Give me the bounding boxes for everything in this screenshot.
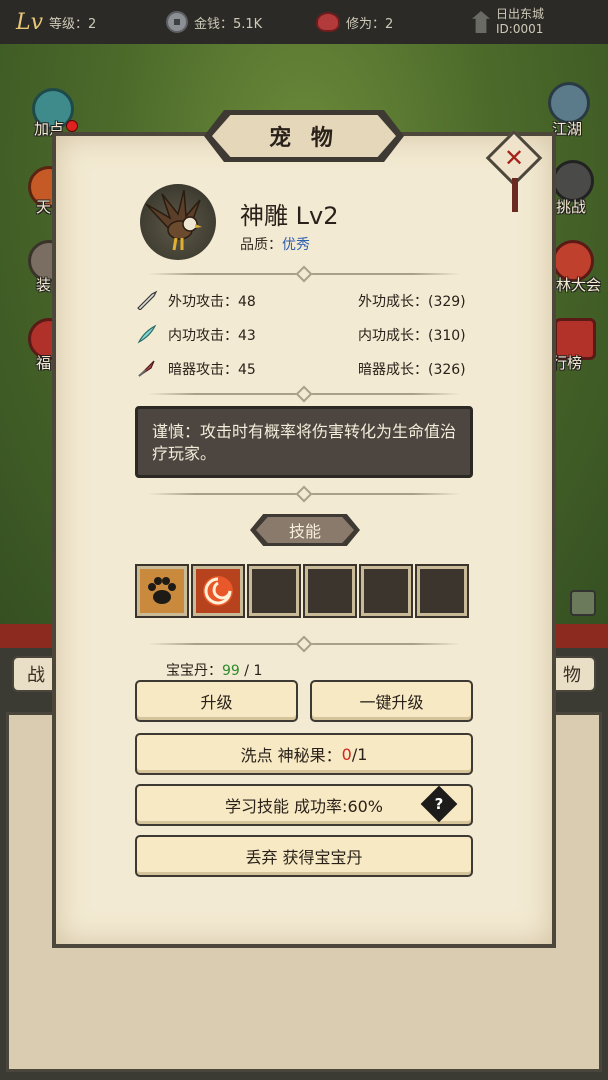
pill-label: 宝宝丹： [166,663,222,679]
location-display[interactable]: 日出东城 ID:0001 [472,0,544,44]
quality-value: 优秀 [282,237,310,253]
upgrade-button[interactable]: 升级 [135,680,298,722]
reset-label: 洗点 神秘果： [240,746,342,765]
skills-heading-plate: 技能 [250,514,360,546]
divider-line [148,643,460,645]
player-id: ID:0001 [496,22,544,36]
stat-row-external: 外功攻击：48 外功成长：(329) [136,288,476,312]
skills-heading: 技能 [288,522,321,541]
bag-icon[interactable] [570,590,596,616]
side-menu-left-1[interactable]: 天 [36,196,51,217]
stat-label: 暗器攻击：45 [168,362,256,378]
top-status-bar: Lv 等级：2 金钱：5.1K 修为：2 日出东城 ID:0001 [0,0,608,44]
pet-name: 神雕 Lv2 [240,202,339,230]
pill-current: 99 [222,663,240,679]
notification-dot [66,120,78,132]
divider-line [148,493,460,495]
pagoda-icon [472,11,490,33]
pill-separator: / [239,663,254,679]
stat-growth: 暗器成长：(326) [358,362,466,378]
stat-label: 内功攻击：43 [168,328,256,344]
eagle-icon [145,189,202,251]
dialog-title-plate: 宠 物 [204,110,404,162]
cultivation-label: 修为：2 [346,16,394,32]
quality-label: 品质： [240,237,282,253]
skill-slot-2[interactable] [191,564,245,618]
discard-pet-button[interactable]: 丢弃 获得宝宝丹 [135,835,473,877]
skill-slot-6[interactable] [415,564,469,618]
one-click-upgrade-button[interactable]: 一键升级 [310,680,473,722]
fire-swirl-icon [203,576,233,606]
reset-required: 1 [357,744,368,764]
help-icon[interactable]: ? [420,785,458,823]
paw-icon [148,577,176,604]
side-menu-right-1[interactable]: 挑战 [556,196,586,217]
pet-avatar[interactable] [140,184,216,260]
gold-label: 金钱：5.1K [194,16,263,32]
side-menu-right-2[interactable]: 林大会 [556,274,601,295]
skill-slot-4[interactable] [303,564,357,618]
skill-slot-1[interactable] [135,564,189,618]
reset-points-button[interactable]: 洗点 神秘果： 0 / 1 [135,733,473,775]
divider-line [148,393,460,395]
level-icon: Lv [16,9,44,35]
divider-line [148,273,460,275]
gold-display: 金钱：5.1K [166,0,262,44]
cauldron-icon [316,12,340,32]
skill-slot-3[interactable] [247,564,301,618]
dart-icon [138,360,155,377]
dialog-title: 宠 物 [269,126,339,151]
stat-growth: 内功成长：(310) [358,328,466,344]
side-menu-right-0[interactable]: 江湖 [552,118,582,139]
skill-slot-5[interactable] [359,564,413,618]
stat-growth: 外功成长：(329) [358,294,466,310]
cultivation-display: 修为：2 [316,0,393,44]
pet-pill-count: 宝宝丹：99 / 1 [166,660,262,680]
side-menu-right-3[interactable]: 行榜 [552,352,582,373]
side-menu-left-3[interactable]: 福 [36,352,51,373]
feather-blade-icon [137,324,157,344]
stat-row-hidden-weapon: 暗器攻击：45 暗器成长：(326) [136,356,476,380]
pet-quality: 品质：优秀 [240,234,310,254]
close-icon: ✕ [503,143,525,172]
stat-row-internal: 内功攻击：43 内功成长：(310) [136,322,476,346]
level-label: 等级：2 [49,16,97,32]
reset-current: 0 [341,744,352,764]
coin-icon [166,11,188,33]
pet-trait-description: 谨慎：攻击时有概率将伤害转化为生命值治疗玩家。 [135,406,473,478]
stat-label: 外功攻击：48 [168,294,256,310]
pill-required: 1 [253,663,263,679]
tassel-decoration [512,178,518,212]
sword-icon [137,290,158,310]
level-display: Lv 等级：2 [16,0,96,44]
side-menu-left-2[interactable]: 装 [36,274,51,295]
location-name: 日出东城 [496,7,545,21]
